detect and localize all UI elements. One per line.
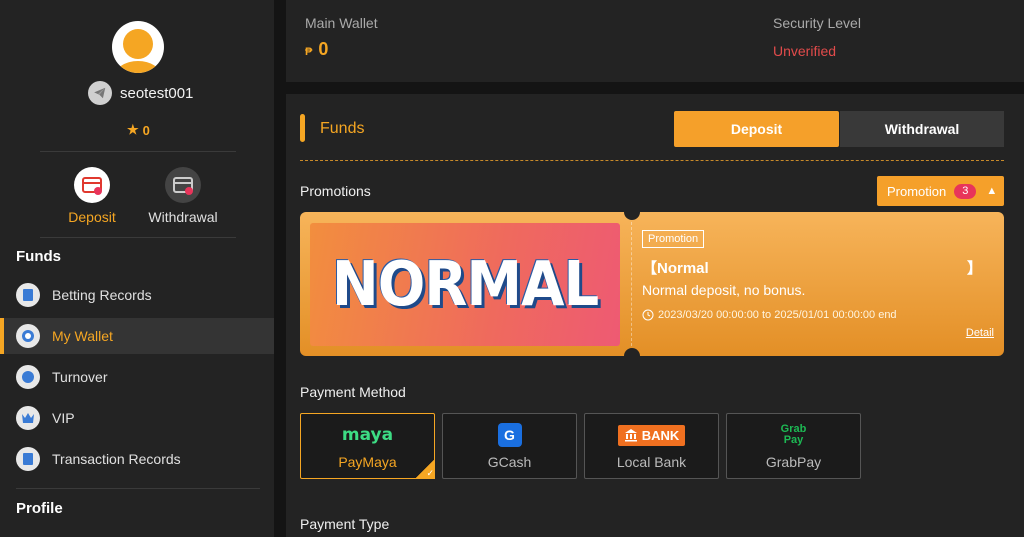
ticket-notch xyxy=(624,212,640,220)
wallet-icon xyxy=(16,324,40,348)
payment-method-grabpay[interactable]: Grab Pay GrabPay xyxy=(726,413,861,479)
sidebar-item-vip[interactable]: VIP xyxy=(0,400,274,436)
transactions-icon xyxy=(16,447,40,471)
promotions-label: Promotions xyxy=(300,183,371,199)
records-icon xyxy=(16,283,40,307)
main-wallet-label: Main Wallet xyxy=(305,15,378,31)
withdrawal-icon xyxy=(165,167,201,203)
divider xyxy=(16,488,260,489)
sidebar-item-label: VIP xyxy=(52,410,75,426)
security-level-label: Security Level xyxy=(773,15,861,31)
deposit-shortcut[interactable]: Deposit xyxy=(47,167,137,225)
promotion-banner: NORMAL xyxy=(310,223,620,346)
divider xyxy=(40,151,236,152)
points: ★ 0 xyxy=(127,122,150,138)
ticket-divider xyxy=(631,222,632,346)
sidebar-item-betting-records[interactable]: Betting Records xyxy=(0,277,274,313)
turnover-icon xyxy=(16,365,40,389)
sidebar-item-my-wallet[interactable]: My Wallet xyxy=(0,318,274,354)
ticket-notch xyxy=(624,348,640,356)
funds-panel: Funds Deposit Withdrawal Promotions Prom… xyxy=(286,94,1024,537)
clock-icon xyxy=(642,309,654,321)
sidebar-item-label: Betting Records xyxy=(52,287,152,303)
withdrawal-shortcut[interactable]: Withdrawal xyxy=(138,167,228,225)
funds-section-title: Funds xyxy=(16,248,61,265)
promotion-detail-link[interactable]: Detail xyxy=(966,327,994,339)
grabpay-logo: Grab Pay xyxy=(780,423,807,446)
title-accent-bar xyxy=(300,114,305,142)
promotion-description: Normal deposit, no bonus. xyxy=(642,282,806,298)
promotion-card[interactable]: NORMAL Promotion 【Normal 】 Normal deposi… xyxy=(300,212,1004,356)
payment-method-label: GrabPay xyxy=(765,454,822,470)
paymaya-logo: maya xyxy=(341,425,394,445)
divider xyxy=(40,237,236,238)
payment-method-local-bank[interactable]: BANK Local Bank xyxy=(584,413,719,479)
payment-method-label: Payment Method xyxy=(300,384,406,400)
main-wallet-amount: ₱ 0 xyxy=(305,39,328,60)
payment-type-label: Payment Type xyxy=(300,516,390,532)
payment-method-paymaya[interactable]: maya PayMaya ✓ xyxy=(300,413,435,479)
profile-section-title: Profile xyxy=(16,500,63,517)
payment-method-label: PayMaya xyxy=(338,454,397,470)
promotion-title-bracket: 】 xyxy=(966,260,982,277)
sidebar-item-label: Turnover xyxy=(52,369,108,385)
withdrawal-shortcut-label: Withdrawal xyxy=(148,209,218,225)
promotion-toggle-button[interactable]: Promotion 3 ▲ xyxy=(877,176,1004,206)
payment-method-label: GCash xyxy=(487,454,532,470)
user-row: seotest001 xyxy=(88,80,193,106)
deposit-icon xyxy=(74,167,110,203)
promotion-title-text: 【Normal xyxy=(642,260,709,277)
tab-withdrawal[interactable]: Withdrawal xyxy=(840,111,1004,147)
wallet-summary: Main Wallet ₱ 0 Security Level Unverifie… xyxy=(286,0,1024,82)
promotion-period: 2023/03/20 00:00:00 to 2025/01/01 00:00:… xyxy=(642,309,897,321)
payment-method-label: Local Bank xyxy=(616,454,687,470)
promotion-period-text: 2023/03/20 00:00:00 to 2025/01/01 00:00:… xyxy=(658,309,897,321)
page-title: Funds xyxy=(320,120,365,137)
wallet-balance: 0 xyxy=(318,39,329,59)
currency-symbol: ₱ xyxy=(305,46,313,58)
bank-logo: BANK xyxy=(617,422,686,448)
vip-icon xyxy=(16,406,40,430)
tab-deposit[interactable]: Deposit xyxy=(674,111,839,147)
chevron-up-icon: ▲ xyxy=(986,185,998,197)
sidebar-item-label: My Wallet xyxy=(52,328,113,344)
username: seotest001 xyxy=(120,84,194,102)
payment-method-gcash[interactable]: G GCash xyxy=(442,413,577,479)
gcash-logo: G xyxy=(497,422,522,448)
promotion-button-label: Promotion xyxy=(887,183,947,199)
security-level-status[interactable]: Unverified xyxy=(773,43,836,59)
sidebar-item-transaction-records[interactable]: Transaction Records xyxy=(0,441,274,477)
points-value: 0 xyxy=(142,122,150,138)
sidebar-item-label: Transaction Records xyxy=(52,451,181,467)
promotion-count-badge: 3 xyxy=(954,183,977,199)
deposit-shortcut-label: Deposit xyxy=(68,209,116,225)
divider xyxy=(300,160,1004,161)
banner-text: NORMAL xyxy=(331,248,599,321)
sidebar: seotest001 ★ 0 Deposit Withdrawal Funds … xyxy=(0,0,274,537)
avatar[interactable] xyxy=(112,21,164,73)
promotion-title: 【Normal 】 xyxy=(642,257,982,278)
star-icon: ★ xyxy=(127,122,139,137)
sidebar-item-turnover[interactable]: Turnover xyxy=(0,359,274,395)
selected-check-icon: ✓ xyxy=(415,459,435,479)
promotion-tag: Promotion xyxy=(642,230,705,248)
telegram-icon[interactable] xyxy=(88,81,112,105)
